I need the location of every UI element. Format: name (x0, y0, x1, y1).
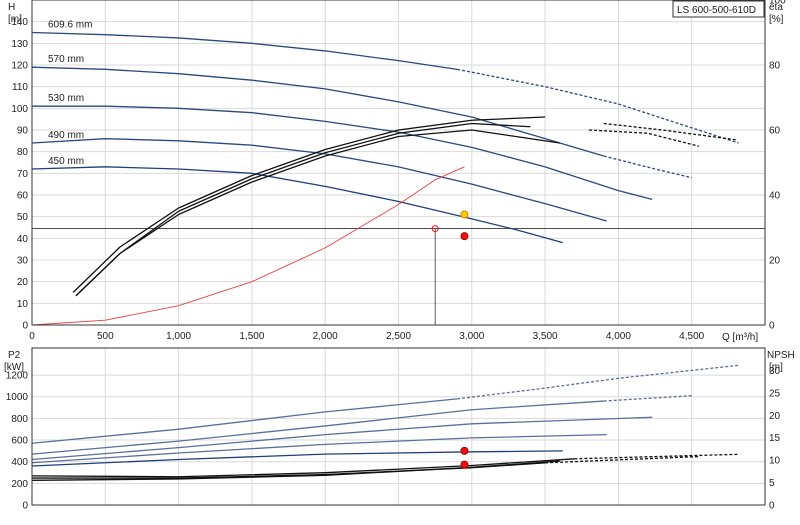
top-series-8-curve (31, 166, 465, 326)
top-left-axis-unit: [m] (8, 14, 22, 25)
top-series-5-curve (72, 116, 546, 293)
top-chart-points (431, 210, 469, 241)
bot-right-tick-label: 0 (769, 501, 775, 512)
top-left-tick-label: 80 (17, 147, 29, 158)
model-label: LS 600-500-610D (677, 5, 756, 16)
top-series-4-curve (31, 166, 563, 244)
top-left-tick-label: 10 (17, 299, 29, 310)
bot-series-1-curve (31, 400, 604, 455)
top-right-tick-label: 20 (769, 256, 781, 267)
top-left-tick-label: 50 (17, 212, 29, 223)
bot-series-3-curve (31, 433, 607, 464)
bot-series-0-curve (31, 398, 458, 444)
bot-left-tick-label: 1000 (6, 392, 29, 403)
x-tick-label: 4,000 (606, 331, 631, 342)
bottom-chart-series (31, 364, 739, 481)
top-series-0-curve (31, 31, 458, 70)
bottom-chart-grid (31, 348, 765, 506)
x-tick-label: 1,500 (239, 331, 264, 342)
bot-left-tick-label: 800 (11, 414, 28, 425)
bot-right-tick-label: 25 (769, 388, 781, 399)
x-tick-label: 500 (97, 331, 114, 342)
top-left-tick-label: 30 (17, 256, 29, 267)
bot-right-tick-label: 20 (769, 411, 781, 422)
top-left-tick-label: 130 (11, 39, 28, 50)
impeller-diameter-label: 570 mm (48, 54, 84, 65)
x-tick-label: 2,000 (313, 331, 338, 342)
top-series-6-curve-dashed (589, 129, 700, 147)
top-series-2-curve (32, 105, 653, 200)
bottom-right-axis-label: NPSH (767, 350, 795, 361)
top-left-tick-label: 70 (17, 169, 29, 180)
x-tick-label: 0 (29, 331, 35, 342)
x-tick-label: 1,000 (166, 331, 191, 342)
bot-left-tick-label: 0 (22, 501, 28, 512)
bot-left-tick-label: 200 (11, 479, 28, 490)
bot-operating-point-1 (460, 460, 469, 469)
bot-left-tick-label: 600 (11, 436, 28, 447)
top-operating-point-0 (460, 210, 469, 219)
impeller-diameter-label: 450 mm (48, 156, 84, 167)
top-right-axis-label: eta (769, 2, 783, 13)
bot-left-tick-label: 400 (11, 457, 28, 468)
top-right-tick-label: 80 (769, 61, 781, 72)
top-right-tick-label: 40 (769, 191, 781, 202)
bottom-chart-ticks: 020040060080010001200051015202530 (6, 366, 781, 512)
bottom-chart-points (460, 446, 469, 469)
bot-right-tick-label: 10 (769, 456, 781, 467)
top-x-axis-label: Q [m³/h] (722, 332, 758, 343)
top-left-tick-label: 20 (17, 277, 29, 288)
top-left-tick-label: 90 (17, 126, 29, 137)
top-left-tick-label: 120 (11, 61, 28, 72)
bot-operating-point-0 (460, 446, 469, 455)
top-right-axis-unit: [%] (769, 14, 784, 25)
top-right-tick-label: 60 (769, 126, 781, 137)
top-series-5-curve-dashed (603, 122, 736, 141)
x-tick-label: 3,500 (533, 331, 558, 342)
bot-series-0-curve-dashed (457, 364, 739, 400)
top-chart-grid (31, 0, 765, 326)
bot-series-7-curve (31, 460, 560, 481)
top-left-tick-label: 60 (17, 191, 29, 202)
x-tick-label: 4,500 (679, 331, 704, 342)
top-left-tick-label: 0 (22, 321, 28, 332)
top-operating-point-1 (460, 232, 469, 241)
impeller-diameter-label: 530 mm (48, 93, 84, 104)
top-series-0-curve-dashed (457, 68, 739, 144)
top-left-tick-label: 110 (12, 82, 28, 93)
top-right-tick-label: 0 (769, 321, 775, 332)
x-tick-label: 3,000 (459, 331, 484, 342)
impeller-diameter-label: 609.6 mm (48, 20, 92, 31)
bot-right-tick-label: 5 (769, 478, 775, 489)
top-left-tick-label: 40 (17, 234, 29, 245)
top-left-axis-label: H (8, 2, 15, 13)
top-left-tick-label: 100 (11, 104, 28, 115)
top-series-6-curve (75, 122, 531, 297)
pump-curve-charts: 609.6 mm570 mm530 mm490 mm450 mm 0 500 1,0… (4, 0, 795, 512)
top-series-1-curve (31, 66, 604, 157)
bot-right-tick-label: 15 (769, 433, 781, 444)
bottom-right-axis-unit: [m] (769, 362, 783, 373)
pump-curve-figure: 609.6 mm 570 mm 530 mm 490 mm 450 mm 0 500 1,0… (0, 0, 800, 520)
impeller-diameter-label: 490 mm (48, 130, 84, 141)
x-tick-label: 2,500 (386, 331, 411, 342)
top-series-1-curve-dashed (603, 155, 692, 179)
bottom-left-axis-label: P2 (8, 350, 21, 361)
bottom-left-axis-unit: [kW] (4, 362, 24, 373)
